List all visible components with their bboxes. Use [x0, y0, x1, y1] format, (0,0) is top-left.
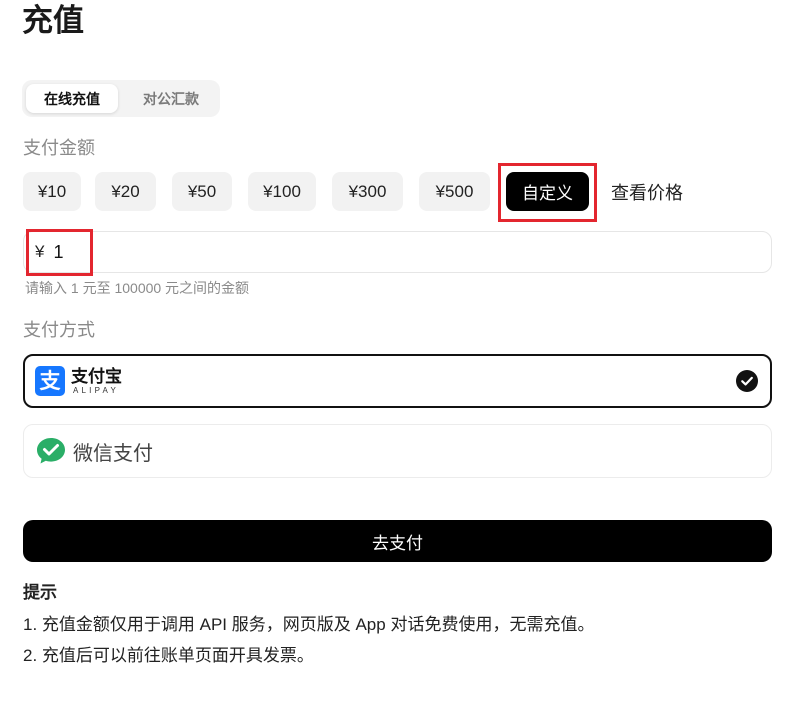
- recharge-tabs: 在线充值 对公汇款: [22, 80, 220, 117]
- amount-hint: 请输入 1 元至 100000 元之间的金额: [25, 280, 250, 296]
- amount-option-custom[interactable]: 自定义: [506, 172, 589, 211]
- wechat-pay-icon: [37, 438, 65, 464]
- amount-option-50[interactable]: ¥50: [172, 172, 232, 211]
- amount-option-500[interactable]: ¥500: [419, 172, 490, 211]
- tab-online-recharge[interactable]: 在线充值: [26, 84, 118, 113]
- pay-button[interactable]: 去支付: [23, 520, 772, 562]
- wechat-pay-name: 微信支付: [73, 442, 153, 465]
- amount-option-10[interactable]: ¥10: [23, 172, 81, 211]
- amount-option-300[interactable]: ¥300: [332, 172, 403, 211]
- tip-item: 1. 充值金额仅用于调用 API 服务，网页版及 App 对话免费使用，无需充值…: [23, 615, 595, 634]
- amount-options: ¥10 ¥20 ¥50 ¥100 ¥300 ¥500 自定义 查看价格: [23, 172, 723, 211]
- custom-amount-field[interactable]: ¥: [23, 231, 772, 273]
- alipay-subname: ALIPAY: [73, 386, 120, 395]
- amount-label: 支付金额: [23, 138, 95, 158]
- payment-option-alipay[interactable]: 支 支付宝 ALIPAY: [23, 354, 772, 408]
- amount-option-20[interactable]: ¥20: [95, 172, 156, 211]
- payment-option-wechat[interactable]: 微信支付: [23, 424, 772, 478]
- alipay-logo-icon: 支: [35, 366, 65, 396]
- custom-amount-input[interactable]: [53, 234, 734, 270]
- alipay-logo-glyph: 支: [39, 369, 61, 393]
- alipay-wordmark: 支付宝 ALIPAY: [71, 367, 122, 395]
- currency-symbol: ¥: [35, 242, 45, 261]
- alipay-name: 支付宝: [71, 367, 122, 386]
- tip-item: 2. 充值后可以前往账单页面开具发票。: [23, 646, 314, 665]
- amount-option-100[interactable]: ¥100: [248, 172, 316, 211]
- tab-corporate-transfer[interactable]: 对公汇款: [125, 84, 217, 113]
- payment-method-label: 支付方式: [23, 320, 95, 340]
- check-circle-icon: [736, 370, 758, 392]
- page-title: 充值: [22, 3, 84, 38]
- view-pricing-link[interactable]: 查看价格: [611, 172, 683, 211]
- tips-title: 提示: [23, 583, 57, 602]
